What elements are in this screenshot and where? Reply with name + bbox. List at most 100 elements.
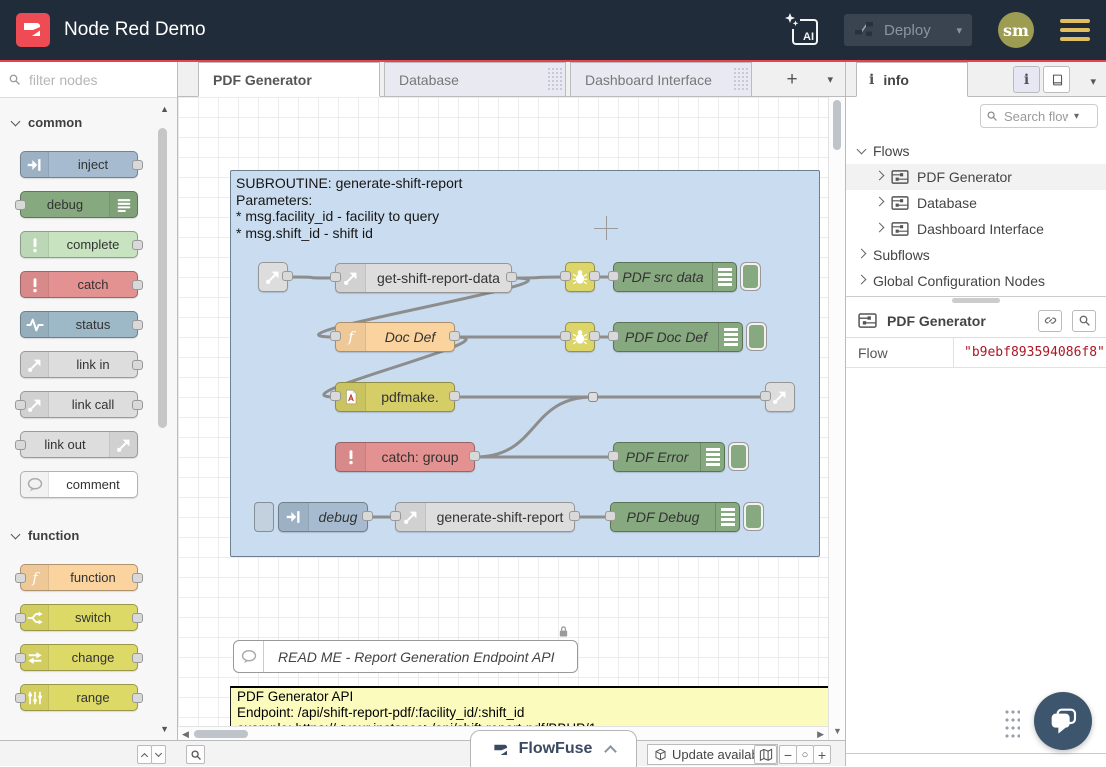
debug-toggle-button[interactable]	[744, 503, 763, 530]
palette-node-range[interactable]: range	[20, 684, 138, 711]
divider-grip[interactable]	[952, 298, 1000, 303]
junction-node[interactable]	[588, 392, 598, 402]
palette-node-change[interactable]: change	[20, 644, 138, 671]
scroll-down-icon[interactable]: ▼	[833, 726, 842, 736]
deploy-caret-icon[interactable]: ▾	[946, 24, 972, 37]
tree-item-subflows[interactable]: Subflows	[846, 242, 1106, 268]
output-port[interactable]	[506, 272, 517, 282]
tree-item-database[interactable]: Database	[846, 190, 1106, 216]
tab-dashboard-interface[interactable]: Dashboard Interface	[570, 62, 752, 96]
input-port[interactable]	[15, 400, 26, 410]
output-port[interactable]	[132, 693, 143, 703]
tab-info[interactable]: i info	[856, 62, 968, 97]
output-port[interactable]	[132, 653, 143, 663]
zoom-reset-button[interactable]: ○	[796, 745, 814, 764]
flow-node-docdef[interactable]: fDoc Def	[335, 322, 455, 352]
palette-node-link-call[interactable]: link call	[20, 391, 138, 418]
tree-item-global-configuration-nodes[interactable]: Global Configuration Nodes	[846, 268, 1106, 294]
search-caret-icon[interactable]: ▾	[1074, 111, 1079, 122]
input-port[interactable]	[560, 271, 571, 281]
debug-toggle-button[interactable]	[729, 443, 748, 470]
search-flows-input[interactable]	[1002, 108, 1070, 125]
palette-node-comment[interactable]: comment	[20, 471, 138, 498]
drag-handle-dots-icon[interactable]	[1004, 708, 1020, 738]
input-port[interactable]	[330, 391, 341, 401]
add-flow-button[interactable]: +	[781, 69, 803, 91]
palette-node-inject[interactable]: inject	[20, 151, 138, 178]
palette-node-catch[interactable]: catch	[20, 271, 138, 298]
chevron-right-icon[interactable]	[875, 223, 885, 233]
chevron-right-icon[interactable]	[875, 197, 885, 207]
palette-category-common[interactable]: common	[0, 98, 177, 138]
flow-list-caret-icon[interactable]: ▾	[827, 73, 833, 86]
chevron-right-icon[interactable]	[857, 249, 867, 259]
flow-node-genshift[interactable]: generate-shift-report	[395, 502, 575, 532]
info-panel-button[interactable]: i	[1013, 66, 1040, 93]
zoom-in-button[interactable]: +	[813, 745, 831, 764]
palette-node-link-in[interactable]: link in	[20, 351, 138, 378]
flow-node-catch1[interactable]: catch: group	[335, 442, 475, 472]
palette-node-debug[interactable]: debug	[20, 191, 138, 218]
output-port[interactable]	[449, 391, 460, 401]
flow-node-linkout1[interactable]	[765, 382, 795, 412]
input-port[interactable]	[608, 331, 619, 341]
output-port[interactable]	[589, 271, 600, 281]
search-flows-box[interactable]: ▾	[980, 104, 1098, 128]
flow-node-bug2[interactable]	[565, 322, 595, 352]
copy-link-button[interactable]	[1038, 310, 1062, 332]
sidebar-tabs-caret-icon[interactable]: ▾	[1090, 75, 1096, 88]
palette-node-link-out[interactable]: link out	[20, 431, 138, 458]
chat-widget-button[interactable]	[1034, 692, 1092, 750]
horizontal-scroll-thumb[interactable]	[194, 730, 248, 738]
palette-category-function[interactable]: function	[0, 511, 177, 551]
readme-comment-node[interactable]: READ ME - Report Generation Endpoint API	[233, 640, 578, 673]
flow-node-pdfdebug[interactable]: PDF Debug	[610, 502, 740, 532]
tree-item-dashboard-interface[interactable]: Dashboard Interface	[846, 216, 1106, 242]
input-port[interactable]	[330, 272, 341, 282]
output-port[interactable]	[589, 331, 600, 341]
output-port[interactable]	[282, 271, 293, 281]
canvas-vertical-scrollbar[interactable]: ▼	[828, 97, 845, 740]
output-port[interactable]	[132, 573, 143, 583]
input-port[interactable]	[15, 653, 26, 663]
palette-scrollbar[interactable]	[158, 128, 167, 428]
output-port[interactable]	[132, 280, 143, 290]
output-port[interactable]	[132, 240, 143, 250]
palette-filter[interactable]	[0, 62, 177, 98]
user-avatar[interactable]: sm	[998, 12, 1034, 48]
palette-scroll-down-icon[interactable]: ▼	[160, 724, 169, 734]
output-port[interactable]	[362, 511, 373, 521]
zoom-out-button[interactable]: −	[779, 745, 797, 764]
help-panel-button[interactable]	[1043, 66, 1070, 93]
scroll-left-icon[interactable]: ◀	[182, 729, 189, 740]
palette-node-status[interactable]: status	[20, 311, 138, 338]
debug-toggle-button[interactable]	[747, 323, 766, 350]
input-port[interactable]	[605, 511, 616, 521]
debug-toggle-button[interactable]	[741, 263, 760, 290]
flow-node-pdfsrc[interactable]: PDF src data	[613, 262, 737, 292]
collapse-palette-categories-button[interactable]	[137, 745, 152, 764]
scroll-right-icon[interactable]: ▶	[817, 729, 824, 740]
tree-item-flows[interactable]: Flows	[846, 138, 1106, 164]
tab-pdf-generator[interactable]: PDF Generator	[198, 62, 380, 97]
flow-node-linkin1[interactable]	[258, 262, 288, 292]
navigator-button[interactable]	[754, 745, 777, 764]
ai-assistant-button[interactable]: AI	[784, 13, 818, 47]
tab-database[interactable]: Database	[384, 62, 566, 96]
output-port[interactable]	[469, 451, 480, 461]
flow-node-pdfdocdef[interactable]: PDF Doc Def	[613, 322, 743, 352]
flowfuse-button[interactable]: FlowFuse	[470, 730, 637, 767]
flow-canvas[interactable]: SUBROUTINE: generate-shift-reportParamet…	[178, 97, 845, 740]
output-port[interactable]	[569, 511, 580, 521]
palette-scroll-up-icon[interactable]: ▲	[160, 104, 169, 114]
input-port[interactable]	[15, 200, 26, 210]
search-flow-button[interactable]	[1072, 310, 1096, 332]
flow-node-pdferror[interactable]: PDF Error	[613, 442, 725, 472]
output-port[interactable]	[132, 360, 143, 370]
input-port[interactable]	[15, 573, 26, 583]
input-port[interactable]	[330, 331, 341, 341]
input-port[interactable]	[15, 693, 26, 703]
palette-node-complete[interactable]: complete	[20, 231, 138, 258]
input-port[interactable]	[15, 613, 26, 623]
flow-node-bug1[interactable]	[565, 262, 595, 292]
